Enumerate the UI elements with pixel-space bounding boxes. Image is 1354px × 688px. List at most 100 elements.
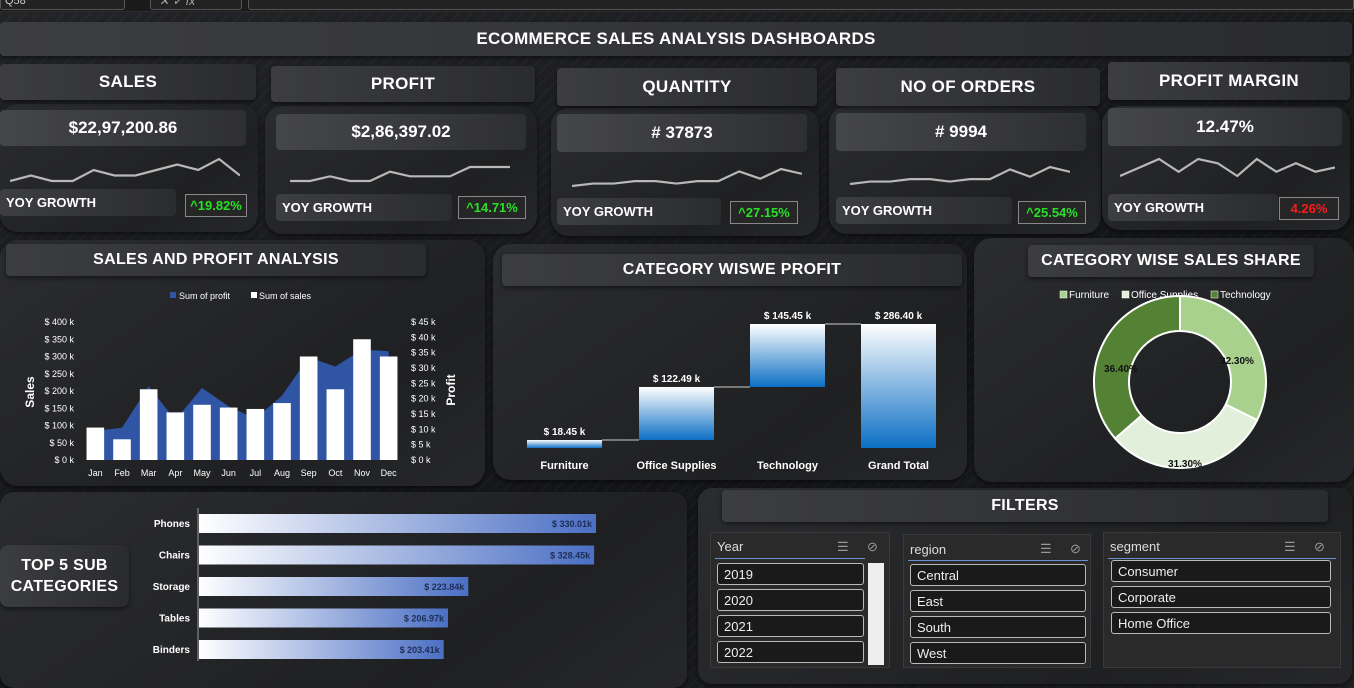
fx-icon[interactable]: ✕ ✓ fx bbox=[150, 0, 242, 10]
waterfall-bar bbox=[527, 440, 602, 448]
sales-bar bbox=[219, 407, 238, 460]
sales-yoy-label: YOY GROWTH bbox=[0, 189, 176, 216]
x-tick: Jan bbox=[88, 468, 103, 478]
legend-swatch bbox=[1121, 290, 1130, 299]
legend-swatch-profit bbox=[170, 292, 176, 298]
hbar-data-label: $ 330.01k bbox=[552, 519, 593, 529]
no-of-orders-kpi-value: # 9994 bbox=[836, 113, 1086, 151]
y-tick-left: $ 0 k bbox=[54, 455, 74, 465]
sales-bar bbox=[326, 389, 345, 460]
profit-margin-sparkline bbox=[1120, 157, 1335, 178]
quantity-yoy-label: YOY GROWTH bbox=[557, 198, 721, 225]
hbar-data-label: $ 206.97k bbox=[404, 614, 445, 624]
category-share-chart: Furniture Office Supplies Technology32.30%… bbox=[1059, 290, 1271, 470]
y-tick-right: $ 30 k bbox=[411, 363, 436, 373]
x-tick: Aug bbox=[274, 468, 290, 478]
sales-bar bbox=[353, 339, 371, 460]
slicer-item-2021[interactable]: 2021 bbox=[717, 615, 864, 637]
region-slicer: region ☰ ⊘ Central East South West bbox=[903, 534, 1091, 668]
sales-bar bbox=[193, 404, 211, 460]
waterfall-x-tick: Office Supplies bbox=[636, 460, 716, 472]
slicer-item-south[interactable]: South bbox=[910, 616, 1086, 638]
quantity-sparkline bbox=[572, 167, 802, 188]
legend-profit: Sum of profit bbox=[179, 291, 231, 301]
slicer-item-home-office[interactable]: Home Office bbox=[1111, 612, 1331, 634]
top5-title: TOP 5 SUB CATEGORIES bbox=[0, 545, 129, 607]
category-share-title: CATEGORY WISE SALES SHARE bbox=[1028, 245, 1314, 277]
name-box[interactable]: Q58 bbox=[0, 0, 125, 10]
y-tick-right: $ 40 k bbox=[411, 332, 436, 342]
slicer-item-west[interactable]: West bbox=[910, 642, 1086, 664]
sales-bar bbox=[379, 356, 398, 460]
slicer-item-consumer[interactable]: Consumer bbox=[1111, 560, 1331, 582]
slicer-item-2022[interactable]: 2022 bbox=[717, 641, 864, 663]
profit-margin-kpi-title: PROFIT MARGIN bbox=[1108, 62, 1350, 100]
clear-filter-icon[interactable]: ⊘ bbox=[867, 539, 878, 555]
slicer-item-2020[interactable]: 2020 bbox=[717, 589, 864, 611]
formula-input[interactable] bbox=[248, 0, 1354, 10]
excel-formula-bar-area: Q58 ✕ ✓ fx bbox=[0, 0, 1354, 12]
sales-bar bbox=[246, 408, 265, 460]
multi-select-icon[interactable]: ☰ bbox=[1040, 541, 1052, 557]
x-tick: Oct bbox=[328, 468, 343, 478]
year-slicer: Year ☰ ⊘ 2019 2020 2021 2022 bbox=[710, 532, 890, 668]
segment-slicer: segment ☰ ⊘ Consumer Corporate Home Offi… bbox=[1103, 532, 1341, 668]
x-tick: Dec bbox=[381, 468, 398, 478]
y-tick-right: $ 5 k bbox=[411, 440, 431, 450]
profit-yoy-growth: ^14.71% bbox=[458, 196, 526, 219]
sparkline-path bbox=[850, 165, 1070, 186]
year-slicer-scrollbar[interactable] bbox=[868, 563, 884, 665]
profit-sparkline bbox=[290, 165, 510, 183]
multi-select-icon[interactable]: ☰ bbox=[837, 539, 849, 555]
y-tick-right: $ 20 k bbox=[411, 394, 436, 404]
clear-filter-icon[interactable]: ⊘ bbox=[1070, 541, 1081, 557]
hbar-data-label: $ 203.41k bbox=[400, 645, 441, 655]
sales-bar bbox=[139, 389, 158, 460]
hbar-data-label: $ 223.84k bbox=[424, 582, 465, 592]
legend-swatch bbox=[1210, 290, 1219, 299]
waterfall-data-label: $ 145.45 k bbox=[764, 311, 812, 322]
y-tick-right: $ 0 k bbox=[411, 455, 431, 465]
hbar-category-label: Binders bbox=[153, 645, 191, 656]
clear-filter-icon[interactable]: ⊘ bbox=[1314, 539, 1325, 555]
region-slicer-underline bbox=[908, 560, 1088, 561]
sparkline-path bbox=[10, 157, 240, 183]
waterfall-x-tick: Furniture bbox=[540, 460, 588, 472]
legend-entry: Technology bbox=[1220, 290, 1271, 301]
sales-yoy-growth: ^19.82% bbox=[185, 194, 247, 217]
slicer-item-corporate[interactable]: Corporate bbox=[1111, 586, 1331, 608]
slicer-item-east[interactable]: East bbox=[910, 590, 1086, 612]
sales-profit-title: SALES AND PROFIT ANALYSIS bbox=[6, 244, 426, 276]
year-slicer-label: Year bbox=[717, 539, 744, 554]
profit-kpi-value: $2,86,397.02 bbox=[276, 114, 526, 150]
slicer-item-2019[interactable]: 2019 bbox=[717, 563, 864, 585]
segment-slicer-underline bbox=[1108, 558, 1336, 559]
x-tick: Apr bbox=[168, 468, 182, 478]
y-tick-left: $ 50 k bbox=[49, 438, 74, 448]
hbar-category-label: Phones bbox=[154, 519, 191, 530]
slicer-item-central[interactable]: Central bbox=[910, 564, 1086, 586]
no-of-orders-yoy-label: YOY GROWTH bbox=[836, 197, 1012, 224]
filters-title: FILTERS bbox=[722, 490, 1328, 522]
profit-margin-kpi-value: 12.47% bbox=[1108, 108, 1342, 146]
legend-entry: Furniture bbox=[1069, 290, 1109, 301]
sales-bar bbox=[299, 356, 318, 460]
legend-swatch bbox=[1059, 290, 1068, 299]
no-of-orders-kpi-title: NO OF ORDERS bbox=[836, 68, 1100, 106]
no-of-orders-yoy-growth: ^25.54% bbox=[1018, 201, 1086, 224]
sales-bar bbox=[86, 427, 105, 460]
profit-area bbox=[95, 349, 389, 460]
profit-kpi-title: PROFIT bbox=[271, 66, 535, 102]
waterfall-bar bbox=[861, 324, 936, 448]
legend-swatch-sales bbox=[251, 292, 257, 298]
top5-chart: Phones $ 330.01k Chairs $ 328.45k Storage $ 2… bbox=[153, 508, 596, 661]
top5-title-line2: CATEGORIES bbox=[10, 578, 119, 595]
multi-select-icon[interactable]: ☰ bbox=[1284, 539, 1296, 555]
y-tick-right: $ 25 k bbox=[411, 378, 436, 388]
y-tick-right: $ 10 k bbox=[411, 424, 436, 434]
y-tick-left: $ 400 k bbox=[44, 317, 74, 327]
y-tick-right: $ 45 k bbox=[411, 317, 436, 327]
sales-sparkline bbox=[10, 157, 240, 183]
sales-kpi-value: $22,97,200.86 bbox=[0, 110, 246, 146]
no-of-orders-sparkline bbox=[850, 165, 1070, 186]
